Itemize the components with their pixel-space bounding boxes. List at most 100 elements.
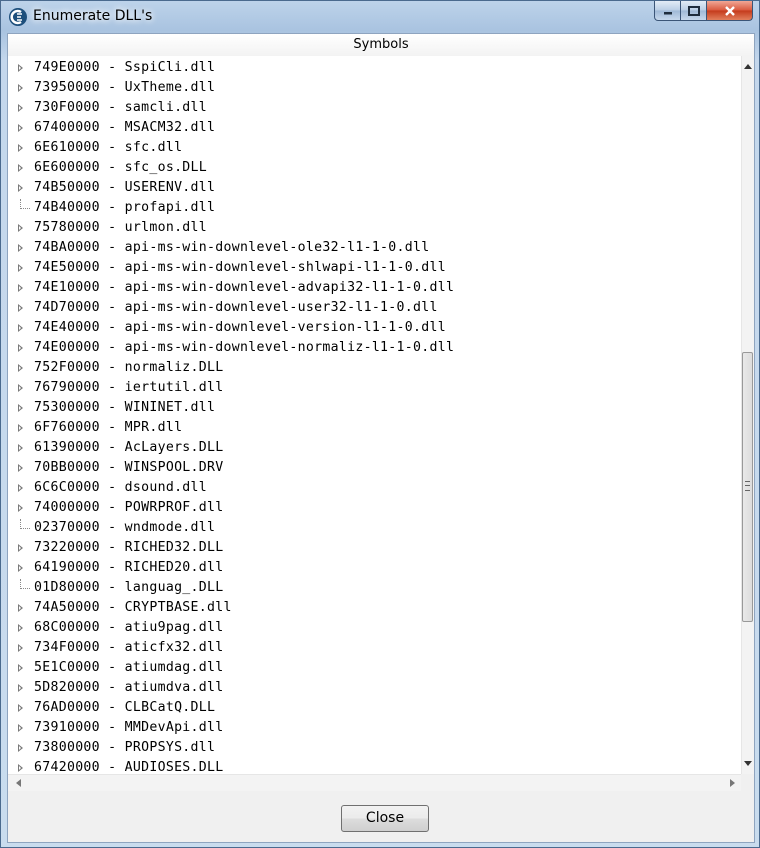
close-button[interactable]: Close — [341, 805, 429, 832]
cheat-engine-icon — [8, 7, 28, 27]
expand-arrow-icon[interactable] — [18, 684, 23, 692]
tree-row[interactable]: 73800000 - PROPSYS.dll — [8, 738, 741, 758]
expand-arrow-icon[interactable] — [18, 124, 23, 132]
close-window-button[interactable] — [707, 1, 753, 21]
expand-arrow-icon[interactable] — [18, 264, 23, 272]
tree-row[interactable]: 74E00000 - api-ms-win-downlevel-normaliz… — [8, 338, 741, 358]
tree-row[interactable]: 734F0000 - aticfx32.dll — [8, 638, 741, 658]
scrollbar-thumb[interactable] — [742, 352, 753, 622]
dialog-window: Enumerate DLL's Symbols 749E0000 - SspiC… — [0, 0, 760, 848]
tree-row[interactable]: 02370000 - wndmode.dll — [8, 518, 741, 538]
expand-arrow-icon[interactable] — [18, 164, 23, 172]
maximize-button[interactable] — [681, 1, 707, 21]
tree-row[interactable]: 73910000 - MMDevApi.dll — [8, 718, 741, 738]
expand-arrow-icon[interactable] — [18, 504, 23, 512]
horizontal-scrollbar[interactable] — [8, 774, 741, 791]
tree-row[interactable]: 730F0000 - samcli.dll — [8, 98, 741, 118]
tree-row[interactable]: 76790000 - iertutil.dll — [8, 378, 741, 398]
module-label: 5D820000 - atiumdva.dll — [34, 680, 224, 695]
expand-arrow-icon[interactable] — [18, 364, 23, 372]
tree-row[interactable]: 6F760000 - MPR.dll — [8, 418, 741, 438]
expand-arrow-icon[interactable] — [18, 144, 23, 152]
tree-row[interactable]: 6C6C0000 - dsound.dll — [8, 478, 741, 498]
tree-row[interactable]: 74D70000 - api-ms-win-downlevel-user32-l… — [8, 298, 741, 318]
module-label: 76AD0000 - CLBCatQ.DLL — [34, 700, 216, 715]
module-tree[interactable]: 749E0000 - SspiCli.dll 73950000 - UxTheme… — [8, 56, 741, 774]
tree-row[interactable]: 76AD0000 - CLBCatQ.DLL — [8, 698, 741, 718]
tree-row[interactable]: 74A50000 - CRYPTBASE.dll — [8, 598, 741, 618]
module-label: 02370000 - wndmode.dll — [34, 520, 216, 535]
expand-arrow-icon[interactable] — [18, 64, 23, 72]
maximize-icon — [687, 5, 700, 16]
module-label: 74B40000 - profapi.dll — [34, 200, 216, 215]
tree-row[interactable]: 5E1C0000 - atiumdag.dll — [8, 658, 741, 678]
expand-arrow-icon[interactable] — [18, 384, 23, 392]
expand-arrow-icon[interactable] — [18, 304, 23, 312]
module-label: 73910000 - MMDevApi.dll — [34, 720, 224, 735]
tree-row[interactable]: 6E610000 - sfc.dll — [8, 138, 741, 158]
tree-row[interactable]: 5D820000 - atiumdva.dll — [8, 678, 741, 698]
expand-arrow-icon[interactable] — [18, 244, 23, 252]
tree-row[interactable]: 74B50000 - USERENV.dll — [8, 178, 741, 198]
tree-row[interactable]: 6E600000 - sfc_os.DLL — [8, 158, 741, 178]
tree-row[interactable]: 73220000 - RICHED32.DLL — [8, 538, 741, 558]
tree-row[interactable]: 752F0000 - normaliz.DLL — [8, 358, 741, 378]
expand-arrow-icon[interactable] — [18, 744, 23, 752]
expand-arrow-icon[interactable] — [18, 704, 23, 712]
column-header-symbols[interactable]: Symbols — [8, 34, 754, 57]
expand-arrow-icon[interactable] — [18, 404, 23, 412]
expand-arrow-icon[interactable] — [18, 104, 23, 112]
expand-arrow-icon[interactable] — [18, 604, 23, 612]
close-icon — [724, 5, 735, 16]
expand-arrow-icon[interactable] — [18, 644, 23, 652]
scroll-right-icon[interactable] — [730, 779, 735, 787]
scroll-up-icon[interactable] — [744, 64, 752, 69]
expand-arrow-icon[interactable] — [18, 424, 23, 432]
expand-arrow-icon[interactable] — [18, 464, 23, 472]
tree-row[interactable]: 74BA0000 - api-ms-win-downlevel-ole32-l1… — [8, 238, 741, 258]
module-label: 75780000 - urlmon.dll — [34, 220, 208, 235]
module-label: 73800000 - PROPSYS.dll — [34, 740, 216, 755]
expand-arrow-icon[interactable] — [18, 624, 23, 632]
tree-row[interactable]: 74E50000 - api-ms-win-downlevel-shlwapi-… — [8, 258, 741, 278]
module-label: 76790000 - iertutil.dll — [34, 380, 224, 395]
expand-arrow-icon[interactable] — [18, 564, 23, 572]
tree-row[interactable]: 73950000 - UxTheme.dll — [8, 78, 741, 98]
expand-arrow-icon[interactable] — [18, 544, 23, 552]
module-label: 01D80000 - languag_.DLL — [34, 580, 224, 595]
scroll-down-icon[interactable] — [744, 761, 752, 766]
expand-arrow-icon[interactable] — [18, 84, 23, 92]
vertical-scrollbar[interactable] — [741, 56, 754, 774]
expand-arrow-icon[interactable] — [18, 724, 23, 732]
expand-arrow-icon[interactable] — [18, 764, 23, 772]
tree-row[interactable]: 74B40000 - profapi.dll — [8, 198, 741, 218]
scroll-left-icon[interactable] — [16, 779, 21, 787]
expand-arrow-icon[interactable] — [18, 664, 23, 672]
module-label: 6E610000 - sfc.dll — [34, 140, 183, 155]
tree-row[interactable]: 75300000 - WININET.dll — [8, 398, 741, 418]
tree-row[interactable]: 74E10000 - api-ms-win-downlevel-advapi32… — [8, 278, 741, 298]
expand-arrow-icon[interactable] — [18, 224, 23, 232]
tree-line-icon — [20, 519, 30, 529]
tree-row[interactable]: 74E40000 - api-ms-win-downlevel-version-… — [8, 318, 741, 338]
expand-arrow-icon[interactable] — [18, 324, 23, 332]
tree-row[interactable]: 67420000 - AUDIOSES.DLL — [8, 758, 741, 774]
scrollbar-corner — [741, 774, 754, 791]
expand-arrow-icon[interactable] — [18, 184, 23, 192]
tree-row[interactable]: 74000000 - POWRPROF.dll — [8, 498, 741, 518]
tree-line-icon — [20, 579, 30, 589]
tree-row[interactable]: 70BB0000 - WINSPOOL.DRV — [8, 458, 741, 478]
tree-row[interactable]: 64190000 - RICHED20.dll — [8, 558, 741, 578]
expand-arrow-icon[interactable] — [18, 444, 23, 452]
expand-arrow-icon[interactable] — [18, 284, 23, 292]
title-bar[interactable]: Enumerate DLL's — [1, 1, 759, 33]
tree-row[interactable]: 61390000 - AcLayers.DLL — [8, 438, 741, 458]
expand-arrow-icon[interactable] — [18, 344, 23, 352]
minimize-button[interactable] — [654, 1, 681, 21]
tree-row[interactable]: 68C00000 - atiu9pag.dll — [8, 618, 741, 638]
expand-arrow-icon[interactable] — [18, 484, 23, 492]
tree-row[interactable]: 749E0000 - SspiCli.dll — [8, 58, 741, 78]
tree-row[interactable]: 75780000 - urlmon.dll — [8, 218, 741, 238]
tree-row[interactable]: 67400000 - MSACM32.dll — [8, 118, 741, 138]
tree-row[interactable]: 01D80000 - languag_.DLL — [8, 578, 741, 598]
